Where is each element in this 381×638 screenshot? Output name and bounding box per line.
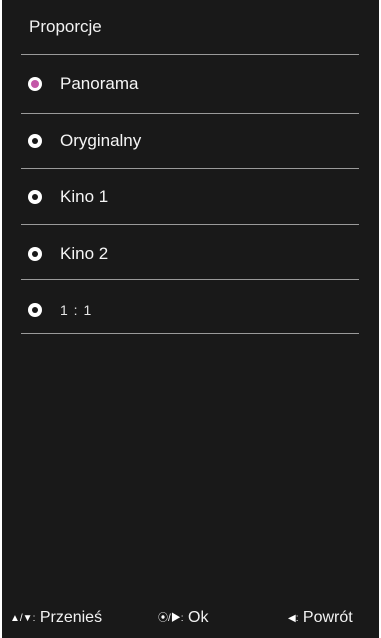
move-hint: ▲/▼: Przenieś: [10, 606, 102, 630]
menu-title: Proporcje: [29, 17, 102, 36]
option-1-1[interactable]: 1 : 1: [21, 282, 359, 338]
divider: [21, 279, 359, 280]
option-label: Kino 1: [60, 187, 109, 206]
radio-icon: [28, 190, 42, 204]
radio-icon: [28, 134, 42, 148]
aspect-ratio-menu: Proporcje Panorama Oryginalny Kino 1 Kin…: [2, 0, 379, 638]
option-label: Oryginalny: [60, 131, 142, 150]
radio-selected-icon: [28, 77, 42, 91]
back-hint-label: Powrót: [302, 609, 353, 626]
divider: [21, 333, 359, 334]
radio-icon: [28, 303, 42, 317]
divider: [21, 224, 359, 225]
option-kino-1[interactable]: Kino 1: [21, 169, 359, 225]
option-label: Panorama: [60, 74, 139, 93]
left-arrow-icon: ◀:: [288, 613, 299, 624]
move-hint-label: Przenieś: [39, 609, 103, 626]
ok-right-arrow-icon: ⦿/▶:: [158, 613, 184, 624]
back-hint: ◀: Powrót: [288, 606, 353, 630]
option-label: 1 : 1: [60, 302, 93, 318]
ok-hint: ⦿/▶: Ok: [158, 606, 208, 630]
up-down-arrows-icon: ▲/▼:: [10, 613, 36, 624]
radio-icon: [28, 247, 42, 261]
option-panorama[interactable]: Panorama: [21, 56, 359, 112]
option-oryginalny[interactable]: Oryginalny: [21, 113, 359, 169]
option-label: Kino 2: [60, 244, 109, 263]
divider: [21, 54, 359, 55]
ok-hint-label: Ok: [188, 609, 209, 626]
option-kino-2[interactable]: Kino 2: [21, 226, 359, 282]
key-hints-bar: ▲/▼: Przenieś ⦿/▶: Ok ◀: Powrót: [2, 606, 379, 630]
